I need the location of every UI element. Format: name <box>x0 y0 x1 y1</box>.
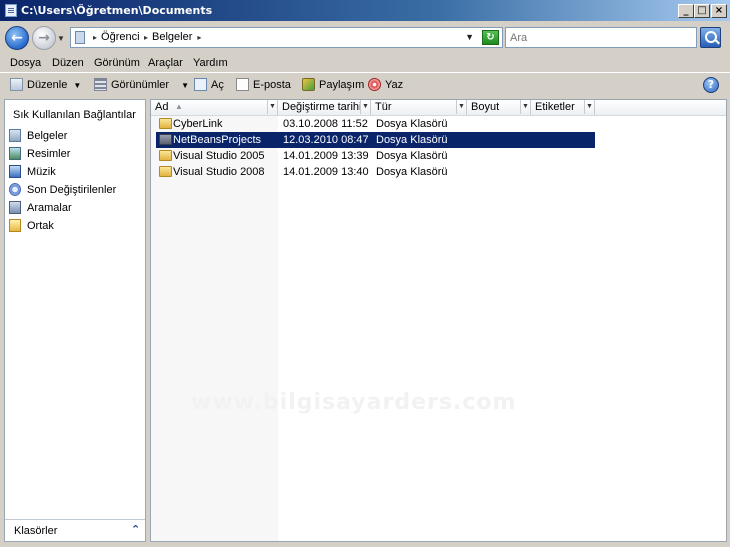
title-bar[interactable]: C:\Users\Öğretmen\Documents _ □ × <box>0 0 730 21</box>
back-button[interactable]: ← <box>5 26 29 50</box>
file-type: Dosya Klasörü <box>376 134 448 146</box>
watermark-text: www.bilgisayarders.com <box>191 390 517 415</box>
refresh-go-button[interactable]: ↻ <box>482 30 499 45</box>
file-type: Dosya Klasörü <box>376 118 448 130</box>
file-name: CyberLink <box>173 118 223 130</box>
file-modified: 12.03.2010 08:47 <box>283 134 369 146</box>
file-row-visual-studio-2005[interactable]: Visual Studio 2005 14.01.2009 13:39 Dosy… <box>156 148 595 164</box>
help-button[interactable]: ? <box>703 77 719 93</box>
navigation-pane: Sık Kullanılan Bağlantılar Belgeler Resi… <box>4 99 146 542</box>
address-bar-row: ← → ▼ ▸ Öğrenci ▸ Belgeler ▸ ▼ ↻ <box>0 21 730 54</box>
search-box[interactable] <box>505 27 697 48</box>
burn-disc-icon <box>368 78 381 91</box>
breadcrumb-arrow-icon[interactable]: ▸ <box>144 33 148 42</box>
file-type: Dosya Klasörü <box>376 150 448 162</box>
file-modified: 03.10.2008 11:52 <box>283 118 368 130</box>
organize-icon <box>10 78 23 91</box>
breadcrumb-arrow-icon[interactable]: ▸ <box>93 33 97 42</box>
nav-item-resimler[interactable]: Resimler <box>7 146 143 162</box>
email-button[interactable]: E-posta <box>236 78 291 94</box>
chevron-down-icon: ▼ <box>181 81 189 90</box>
maximize-button[interactable]: □ <box>694 4 710 18</box>
file-name: Visual Studio 2008 <box>173 166 265 178</box>
share-icon <box>302 78 315 91</box>
minimize-button[interactable]: _ <box>678 4 694 18</box>
chevron-up-icon[interactable]: ⌃ <box>131 523 140 536</box>
breadcrumb-ogrenci[interactable]: ▸ Öğrenci <box>93 31 140 43</box>
breadcrumb-arrow-icon[interactable]: ▸ <box>197 33 201 42</box>
column-header-row: Ad ▲ ▼ Değiştirme tarihi ▼ Tür ▼ Boyut ▼ Etik… <box>151 100 726 116</box>
address-box[interactable]: ▸ Öğrenci ▸ Belgeler ▸ ▼ <box>70 27 503 48</box>
recent-pages-dropdown[interactable]: ▼ <box>57 34 65 43</box>
folders-toggle-bar[interactable]: Klasörler ⌃ <box>5 519 145 541</box>
folder-icon <box>159 118 172 129</box>
search-button[interactable] <box>700 27 721 48</box>
window-title: C:\Users\Öğretmen\Documents <box>21 4 213 17</box>
folders-label: Klasörler <box>14 525 58 537</box>
forward-button[interactable]: → <box>32 26 56 50</box>
search-icon <box>705 31 717 43</box>
burn-button[interactable]: Yaz <box>368 78 403 94</box>
views-button[interactable]: Görünümler ▼ <box>94 78 189 94</box>
search-input[interactable] <box>508 30 696 45</box>
explorer-window: C:\Users\Öğretmen\Documents _ □ × ← → ▼ … <box>0 0 730 547</box>
file-list-pane[interactable]: www.bilgisayarders.com Ad ▲ ▼ Değiştirme t… <box>150 99 727 542</box>
nav-item-son-degistirilenler[interactable]: Son Değiştirilenler <box>7 182 143 198</box>
file-row-netbeansprojects[interactable]: NetBeansProjects 12.03.2010 08:47 Dosya … <box>156 132 595 148</box>
file-row-visual-studio-2008[interactable]: Visual Studio 2008 14.01.2009 13:40 Dosy… <box>156 164 595 180</box>
column-header-size[interactable]: Boyut ▼ <box>467 100 531 115</box>
file-modified: 14.01.2009 13:40 <box>283 166 369 178</box>
pictures-icon <box>9 147 21 160</box>
address-location-icon <box>75 31 85 44</box>
column-filter-dropdown[interactable]: ▼ <box>520 100 530 114</box>
organize-button[interactable]: Düzenle ▼ <box>10 78 81 94</box>
column-filter-dropdown[interactable]: ▼ <box>584 100 594 114</box>
open-button[interactable]: Aç <box>194 78 224 94</box>
menu-yardim[interactable]: Yardım <box>193 57 228 69</box>
file-name: Visual Studio 2005 <box>173 150 265 162</box>
public-folder-icon <box>9 219 21 232</box>
folder-icon <box>159 150 172 161</box>
column-header-tags[interactable]: Etiketler ▼ <box>531 100 595 115</box>
file-name: NetBeansProjects <box>173 134 262 146</box>
searches-icon <box>9 201 21 214</box>
column-header-modified[interactable]: Değiştirme tarihi ▼ <box>278 100 371 115</box>
file-modified: 14.01.2009 13:39 <box>283 150 369 162</box>
menu-gorunum[interactable]: Görünüm <box>94 57 140 69</box>
column-filter-dropdown[interactable]: ▼ <box>360 100 370 114</box>
folder-icon <box>159 134 172 145</box>
favorite-links-heading: Sık Kullanılan Bağlantılar <box>13 109 136 121</box>
email-icon <box>236 78 249 91</box>
folder-icon <box>159 166 172 177</box>
views-icon <box>94 78 107 91</box>
close-button[interactable]: × <box>711 4 727 18</box>
address-history-dropdown[interactable]: ▼ <box>465 32 474 42</box>
file-row-cyberlink[interactable]: CyberLink 03.10.2008 11:52 Dosya Klasörü <box>156 116 595 132</box>
open-icon <box>194 78 207 91</box>
music-icon <box>9 165 21 178</box>
forward-arrow-icon: → <box>38 30 50 46</box>
nav-item-muzik[interactable]: Müzik <box>7 164 143 180</box>
back-arrow-icon: ← <box>11 30 23 46</box>
column-filter-dropdown[interactable]: ▼ <box>456 100 466 114</box>
command-toolbar: Düzenle ▼ Görünümler ▼ Aç E-posta Paylaşım… <box>0 72 730 98</box>
menu-dosya[interactable]: Dosya <box>10 57 41 69</box>
menu-araclar[interactable]: Araçlar <box>148 57 183 69</box>
share-button[interactable]: Paylaşım <box>302 78 364 94</box>
window-documents-icon <box>5 4 17 17</box>
menu-duzen[interactable]: Düzen <box>52 57 84 69</box>
column-filter-dropdown[interactable]: ▼ <box>267 100 277 114</box>
recent-icon <box>9 183 21 196</box>
documents-icon <box>9 129 21 142</box>
column-header-type[interactable]: Tür ▼ <box>371 100 467 115</box>
menu-bar: Dosya Düzen Görünüm Araçlar Yardım <box>0 54 730 72</box>
file-type: Dosya Klasörü <box>376 166 448 178</box>
column-header-name[interactable]: Ad ▲ ▼ <box>151 100 278 115</box>
chevron-down-icon: ▼ <box>73 81 82 90</box>
nav-item-aramalar[interactable]: Aramalar <box>7 200 143 216</box>
sort-ascending-icon: ▲ <box>175 102 183 111</box>
nav-item-belgeler[interactable]: Belgeler <box>7 128 143 144</box>
breadcrumb-belgeler[interactable]: ▸ Belgeler ▸ <box>144 31 205 43</box>
nav-item-ortak[interactable]: Ortak <box>7 218 143 234</box>
